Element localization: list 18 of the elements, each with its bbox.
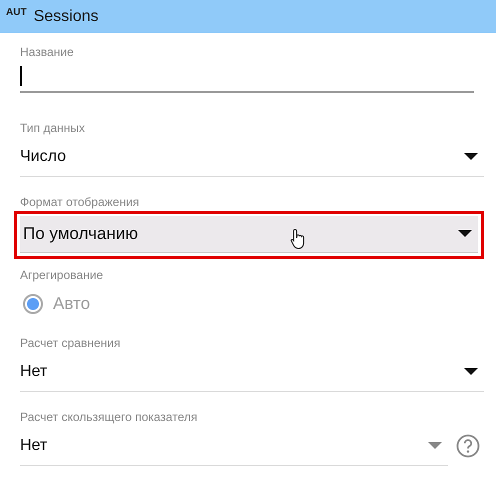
field-label: Тип данных xyxy=(20,120,85,136)
field-label: Название xyxy=(20,44,74,60)
field-label: Расчет сравнения xyxy=(20,335,120,351)
header-title: Sessions xyxy=(34,8,98,26)
dropdown-field[interactable]: Нет xyxy=(20,352,484,392)
dropdown-caret-icon xyxy=(464,152,478,160)
help-icon[interactable] xyxy=(456,434,480,458)
dropdown-caret-icon xyxy=(428,442,442,450)
dropdown-field[interactable]: Число xyxy=(20,137,484,177)
radio-label: Авто xyxy=(53,294,90,314)
field-label: Формат отображения xyxy=(20,194,140,210)
field-label: Расчет скользящего показателя xyxy=(20,409,198,425)
dropdown-field[interactable]: По умолчанию xyxy=(20,216,478,253)
dropdown-caret-icon xyxy=(464,368,478,376)
header-tag-label: AUT xyxy=(6,7,27,18)
field-label: Агрегирование xyxy=(20,267,104,283)
dropdown-field[interactable]: Нет xyxy=(20,426,448,466)
dropdown-caret-icon xyxy=(458,230,472,238)
